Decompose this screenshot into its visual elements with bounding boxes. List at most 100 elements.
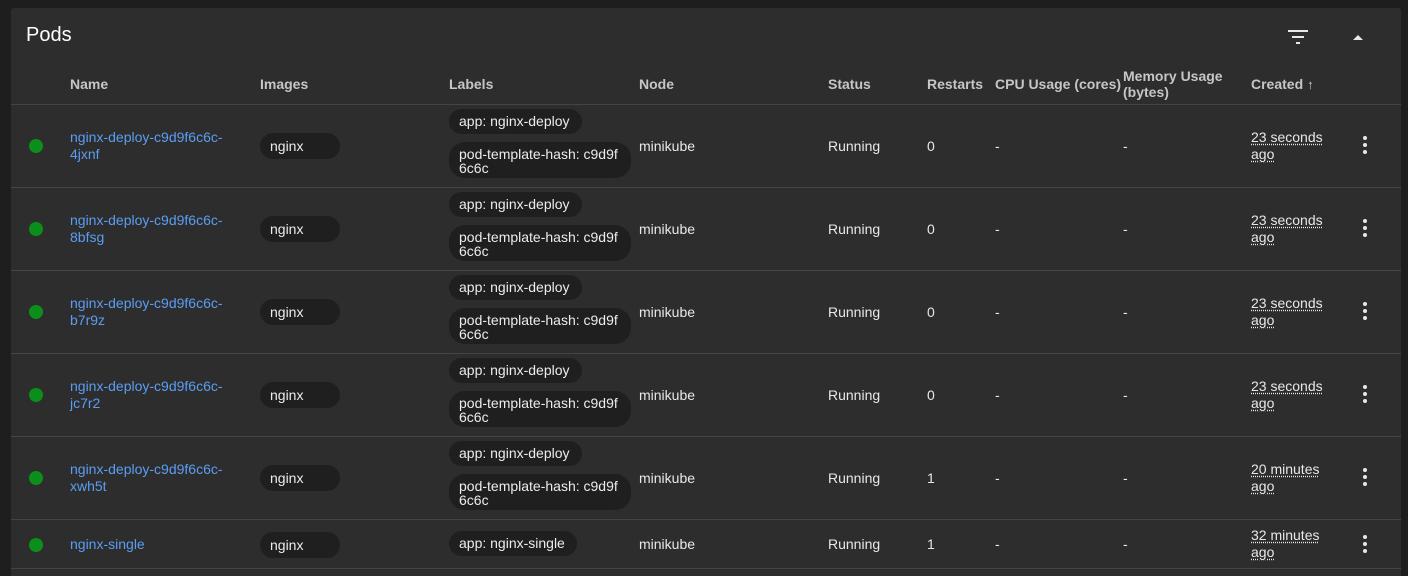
label-line1: pod-template-hash: c9d9f	[459, 146, 618, 162]
pod-name-link[interactable]: nginx-deploy-c9d9f6c6c- b7r9z	[70, 295, 240, 329]
column-restarts[interactable]: Restarts	[927, 76, 983, 92]
created-line1: 32 minutes	[1251, 527, 1320, 543]
column-images: Images	[260, 76, 309, 92]
pod-name-link[interactable]: nginx-deploy-c9d9f6c6c- 8bfsg	[70, 212, 240, 246]
label-line1: pod-template-hash: c9d9f	[459, 395, 618, 411]
pod-name-link[interactable]: nginx-single	[70, 536, 240, 553]
cpu-usage: -	[995, 138, 1000, 154]
status-text: Running	[828, 536, 881, 552]
filter-button[interactable]	[1285, 24, 1311, 50]
created-time: 32 minutes ago	[1251, 527, 1341, 561]
pod-name-line2: 4jxnf	[70, 146, 100, 162]
image-chip: nginx	[260, 532, 340, 558]
pod-name-line2: 8bfsg	[70, 229, 105, 245]
chevron-up-icon	[1353, 34, 1363, 40]
memory-usage: -	[1123, 304, 1128, 320]
more-vert-icon	[1363, 475, 1367, 479]
filter-icon	[1288, 30, 1308, 44]
restarts-count: 1	[927, 536, 935, 552]
image-chip: nginx	[260, 299, 340, 325]
more-vert-icon	[1363, 549, 1367, 553]
more-vert-icon	[1363, 316, 1367, 320]
label-chip: app: nginx-deploy	[449, 275, 582, 300]
row-actions-button[interactable]	[1355, 134, 1375, 156]
row-actions-button[interactable]	[1355, 466, 1375, 488]
more-vert-icon	[1363, 233, 1367, 237]
row-actions-button[interactable]	[1355, 300, 1375, 322]
column-created[interactable]: Created ↑	[1251, 76, 1314, 92]
column-node[interactable]: Node	[639, 76, 674, 92]
more-vert-icon	[1363, 219, 1367, 223]
table-row: nginx-deploy-c9d9f6c6c- jc7r2 nginx app:…	[11, 354, 1401, 437]
status-text: Running	[828, 221, 881, 237]
label-line1: pod-template-hash: c9d9f	[459, 478, 618, 494]
label-line2: 6c6c	[459, 160, 489, 176]
more-vert-icon	[1363, 535, 1367, 539]
created-line1: 23 seconds	[1251, 378, 1323, 394]
more-vert-icon	[1363, 309, 1367, 313]
label-line1: pod-template-hash: c9d9f	[459, 229, 618, 245]
pod-name-line2: xwh5t	[70, 478, 107, 494]
pod-name-link[interactable]: nginx-deploy-c9d9f6c6c- 4jxnf	[70, 129, 240, 163]
collapse-button[interactable]	[1345, 24, 1371, 50]
label-chip: app: nginx-deploy	[449, 109, 582, 134]
memory-usage: -	[1123, 536, 1128, 552]
created-line1: 23 seconds	[1251, 129, 1323, 145]
image-chip: nginx	[260, 465, 340, 491]
cpu-usage: -	[995, 536, 1000, 552]
table-row: nginx-deploy-c9d9f6c6c- 4jxnf nginx app:…	[11, 105, 1401, 188]
label-line2: 6c6c	[459, 492, 489, 508]
more-vert-icon	[1363, 150, 1367, 154]
pod-name-link[interactable]: nginx-deploy-c9d9f6c6c- jc7r2	[70, 378, 240, 412]
column-memory[interactable]: Memory Usage (bytes)	[1123, 68, 1223, 100]
row-actions-button[interactable]	[1355, 383, 1375, 405]
node-name: minikube	[639, 387, 696, 403]
created-line1: 23 seconds	[1251, 295, 1323, 311]
restarts-count: 0	[927, 221, 935, 237]
more-vert-icon	[1363, 482, 1367, 486]
created-time: 23 seconds ago	[1251, 378, 1341, 412]
pod-name-link[interactable]: nginx-deploy-c9d9f6c6c- xwh5t	[70, 461, 240, 495]
status-ok-icon	[29, 471, 43, 485]
memory-usage: -	[1123, 470, 1128, 486]
column-status[interactable]: Status	[828, 76, 871, 92]
label-chip: pod-template-hash: c9d9f 6c6c	[449, 474, 631, 510]
more-vert-icon	[1363, 385, 1367, 389]
card-title: Pods	[26, 24, 72, 46]
pod-name-line2: jc7r2	[70, 395, 101, 411]
pod-name-line1: nginx-deploy-c9d9f6c6c-	[70, 295, 223, 311]
more-vert-icon	[1363, 136, 1367, 140]
image-chip: nginx	[260, 133, 340, 159]
created-time: 23 seconds ago	[1251, 129, 1341, 163]
created-line2: ago	[1251, 229, 1275, 245]
column-cpu[interactable]: CPU Usage (cores)	[995, 76, 1121, 92]
row-actions-button[interactable]	[1355, 217, 1375, 239]
column-name[interactable]: Name	[70, 76, 108, 92]
node-name: minikube	[639, 138, 696, 154]
status-ok-icon	[29, 222, 43, 236]
more-vert-icon	[1363, 143, 1367, 147]
table-row: nginx-deploy-c9d9f6c6c- xwh5t nginx app:…	[11, 437, 1401, 520]
pod-name-line1: nginx-single	[70, 536, 145, 552]
column-memory-line2: (bytes)	[1123, 84, 1169, 100]
row-actions-button[interactable]	[1355, 533, 1375, 555]
restarts-count: 0	[927, 138, 935, 154]
label-line2: 6c6c	[459, 243, 489, 259]
more-vert-icon	[1363, 468, 1367, 472]
status-text: Running	[828, 304, 881, 320]
created-time: 23 seconds ago	[1251, 212, 1341, 246]
table-body: nginx-deploy-c9d9f6c6c- 4jxnf nginx app:…	[11, 105, 1401, 569]
pod-name-line1: nginx-deploy-c9d9f6c6c-	[70, 212, 223, 228]
restarts-count: 0	[927, 387, 935, 403]
status-ok-icon	[29, 139, 43, 153]
table-header: Name Images Labels Node Status Restarts …	[11, 64, 1401, 105]
status-text: Running	[828, 387, 881, 403]
label-line2: 6c6c	[459, 326, 489, 342]
created-line2: ago	[1251, 544, 1275, 560]
cpu-usage: -	[995, 470, 1000, 486]
more-vert-icon	[1363, 392, 1367, 396]
column-memory-line1: Memory Usage	[1123, 68, 1223, 84]
restarts-count: 1	[927, 470, 935, 486]
label-chip: app: nginx-single	[449, 531, 577, 556]
pods-card: Pods Name Images Labels Node Status Rest…	[11, 8, 1401, 576]
